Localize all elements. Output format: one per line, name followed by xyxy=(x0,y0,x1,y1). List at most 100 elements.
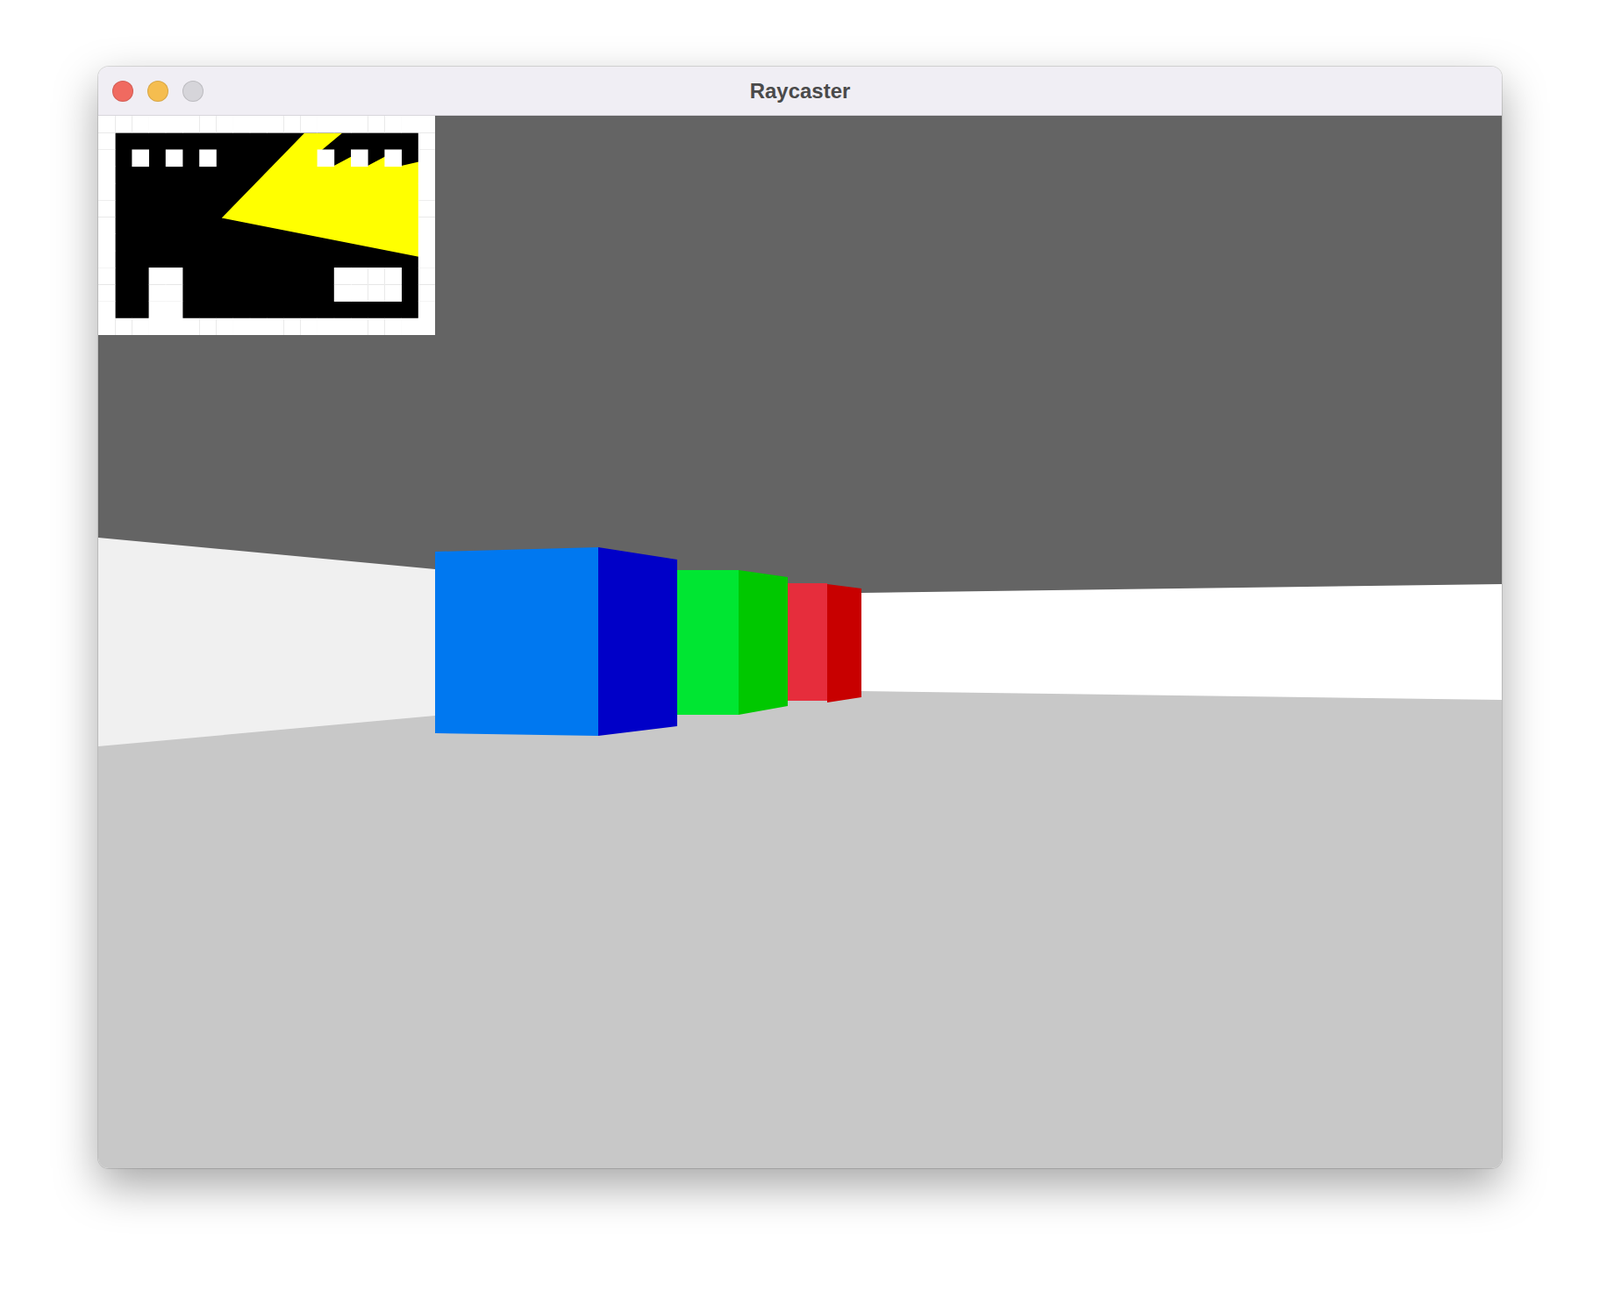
map-wall xyxy=(98,267,116,286)
map-wall xyxy=(98,149,116,167)
map-wall xyxy=(283,115,301,134)
minimap-grid xyxy=(98,115,436,336)
wall-slice xyxy=(598,547,678,736)
map-wall xyxy=(418,267,436,286)
map-wall xyxy=(418,149,436,167)
map-wall xyxy=(165,284,184,302)
map-wall xyxy=(418,284,436,302)
close-button[interactable] xyxy=(112,80,134,102)
map-wall xyxy=(215,318,234,336)
map-wall xyxy=(131,149,150,167)
map-wall xyxy=(98,250,116,269)
wall-slice xyxy=(827,584,862,703)
map-wall xyxy=(98,318,116,336)
map-wall xyxy=(165,267,184,286)
map-wall xyxy=(114,115,133,134)
map-wall xyxy=(367,115,386,134)
map-wall xyxy=(233,318,251,336)
map-wall xyxy=(418,301,436,320)
zoom-button xyxy=(182,80,204,102)
map-wall xyxy=(401,318,420,336)
map-wall xyxy=(98,301,116,320)
map-wall xyxy=(283,318,301,336)
map-wall xyxy=(300,318,318,336)
map-wall xyxy=(334,267,352,286)
map-wall xyxy=(384,115,402,134)
map-wall xyxy=(114,318,133,336)
map-wall xyxy=(418,132,436,150)
map-wall xyxy=(350,318,369,336)
map-wall xyxy=(149,301,167,320)
map-wall xyxy=(131,318,150,336)
window-controls xyxy=(98,80,204,102)
map-wall xyxy=(149,115,167,134)
map-wall xyxy=(165,301,184,320)
map-wall xyxy=(250,115,268,134)
title-bar[interactable]: Raycaster xyxy=(98,66,1502,116)
map-wall xyxy=(98,216,116,235)
map-wall xyxy=(334,115,352,134)
map-wall xyxy=(300,115,318,134)
map-wall xyxy=(233,115,251,134)
map-wall xyxy=(317,318,336,336)
map-wall xyxy=(98,284,116,302)
map-wall xyxy=(384,267,402,286)
map-wall xyxy=(165,115,184,134)
map-wall xyxy=(418,216,436,235)
wall-slice xyxy=(435,547,599,736)
wall-slice xyxy=(861,584,1502,700)
map-wall xyxy=(215,115,234,134)
map-wall xyxy=(149,284,167,302)
map-wall xyxy=(165,149,184,167)
window-title: Raycaster xyxy=(98,78,1502,104)
map-wall xyxy=(266,115,285,134)
map-wall xyxy=(418,200,436,218)
wall-slice xyxy=(787,583,828,701)
map-wall xyxy=(98,234,116,252)
map-wall xyxy=(182,318,200,336)
map-wall xyxy=(418,234,436,252)
map-wall xyxy=(131,115,150,134)
map-wall xyxy=(98,132,116,150)
map-wall xyxy=(199,318,217,336)
map-wall xyxy=(334,318,352,336)
map-wall xyxy=(165,318,184,336)
map-wall xyxy=(182,115,200,134)
map-wall xyxy=(384,284,402,302)
view-cone xyxy=(221,133,420,258)
desktop: Raycaster xyxy=(0,0,1600,1298)
map-wall xyxy=(334,284,352,302)
map-wall xyxy=(199,149,217,167)
map-wall xyxy=(317,115,336,134)
map-wall xyxy=(199,115,217,134)
map-wall xyxy=(350,115,369,134)
map-wall xyxy=(418,166,436,185)
map-wall xyxy=(350,149,369,167)
wall-slice xyxy=(738,570,788,715)
map-wall xyxy=(149,318,167,336)
map-wall xyxy=(317,149,336,167)
map-wall xyxy=(350,267,369,286)
map-wall xyxy=(250,318,268,336)
map-wall xyxy=(418,318,436,336)
map-wall xyxy=(149,267,167,286)
minimize-button[interactable] xyxy=(147,80,169,102)
map-wall xyxy=(367,284,386,302)
map-wall xyxy=(418,250,436,269)
map-wall xyxy=(98,115,116,134)
map-wall xyxy=(98,200,116,218)
map-wall xyxy=(266,318,285,336)
minimap xyxy=(98,115,436,336)
map-wall xyxy=(367,318,386,336)
wall-slice xyxy=(677,570,739,715)
map-wall xyxy=(350,284,369,302)
wall-slice xyxy=(98,537,436,747)
game-view[interactable] xyxy=(98,115,1502,1169)
map-wall xyxy=(98,183,116,201)
map-wall xyxy=(384,149,402,167)
raycaster-window: Raycaster xyxy=(98,66,1502,1169)
map-wall xyxy=(401,115,420,134)
map-wall xyxy=(418,183,436,201)
map-wall xyxy=(98,166,116,185)
map-wall xyxy=(418,115,436,134)
